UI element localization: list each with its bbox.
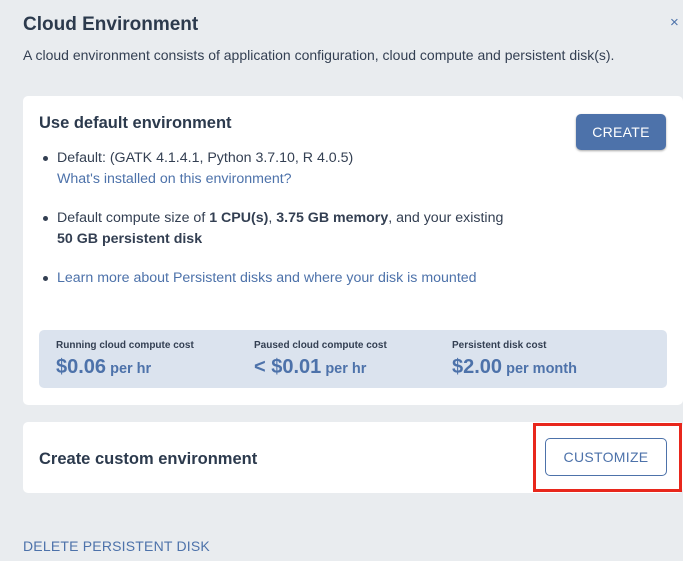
close-icon[interactable]: × [670, 14, 679, 31]
create-button[interactable]: CREATE [576, 114, 666, 150]
cost-amount: < $0.01 [254, 356, 322, 378]
panel-description: A cloud environment consists of applicat… [23, 47, 615, 63]
default-environment-details: Default: (GATK 4.1.4.1, Python 3.7.10, R… [41, 148, 521, 289]
default-environment-card: Use default environment CREATE Default: … [23, 96, 683, 405]
persistent-disk-learn-more-link[interactable]: Learn more about Persistent disks and wh… [57, 270, 477, 286]
default-environment-title: Use default environment [39, 114, 232, 132]
cost-amount: $0.06 [56, 356, 107, 378]
compute-size-prefix: Default compute size of [57, 210, 210, 226]
cloud-environment-panel: Cloud Environment × A cloud environment … [0, 0, 683, 561]
cost-unit: per month [502, 361, 577, 377]
default-versions-text: Default: (GATK 4.1.4.1, Python 3.7.10, R… [57, 150, 354, 166]
cost-unit: per hr [321, 361, 367, 377]
paused-compute-cost: Paused cloud compute cost < $0.01 per hr [254, 340, 387, 379]
custom-environment-card: Create custom environment CUSTOMIZE [23, 422, 683, 493]
list-item: Default: (GATK 4.1.4.1, Python 3.7.10, R… [41, 148, 521, 190]
cost-label: Running cloud compute cost [56, 340, 194, 351]
cost-label: Persistent disk cost [452, 340, 547, 351]
cpu-value: 1 CPU(s) [209, 210, 269, 226]
cost-summary: Running cloud compute cost $0.06 per hr … [39, 330, 667, 388]
whats-installed-link[interactable]: What's installed on this environment? [57, 171, 292, 187]
custom-environment-title: Create custom environment [39, 450, 258, 468]
list-item: Learn more about Persistent disks and wh… [41, 268, 521, 289]
cost-label: Paused cloud compute cost [254, 340, 387, 351]
running-compute-cost: Running cloud compute cost $0.06 per hr [56, 340, 194, 379]
delete-persistent-disk-link[interactable]: DELETE PERSISTENT DISK [23, 538, 210, 554]
customize-button[interactable]: CUSTOMIZE [545, 438, 667, 476]
cost-amount: $2.00 [452, 356, 503, 378]
memory-value: 3.75 GB memory [276, 210, 389, 226]
list-item: Default compute size of 1 CPU(s), 3.75 G… [41, 208, 521, 250]
disk-value: 50 GB persistent disk [57, 231, 203, 247]
panel-title: Cloud Environment [23, 14, 199, 35]
compute-size-middle: , and your existing [388, 210, 504, 226]
persistent-disk-cost: Persistent disk cost $2.00 per month [452, 340, 577, 379]
cost-unit: per hr [106, 361, 152, 377]
